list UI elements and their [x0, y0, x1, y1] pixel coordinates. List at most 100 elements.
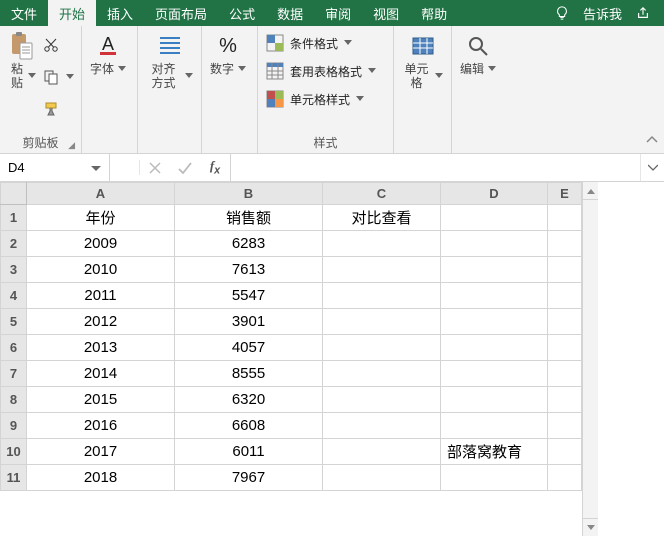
cell[interactable]: [548, 361, 582, 387]
col-header[interactable]: C: [323, 183, 441, 205]
conditional-format-button[interactable]: 条件格式: [266, 32, 385, 54]
row-header[interactable]: 3: [1, 257, 27, 283]
cell[interactable]: [323, 439, 441, 465]
cell[interactable]: 部落窝教育: [441, 439, 548, 465]
tab-pagelayout[interactable]: 页面布局: [144, 0, 218, 26]
cell[interactable]: [548, 387, 582, 413]
grid[interactable]: A B C D E 1年份销售额对比查看22009628332010761342…: [0, 182, 582, 536]
format-as-table-button[interactable]: 套用表格格式: [266, 60, 385, 82]
row-header[interactable]: 8: [1, 387, 27, 413]
scroll-down-icon[interactable]: [583, 518, 598, 536]
cell[interactable]: [441, 309, 548, 335]
cell[interactable]: [441, 465, 548, 491]
font-button[interactable]: A 字体: [90, 30, 126, 151]
cell[interactable]: [323, 335, 441, 361]
tab-view[interactable]: 视图: [362, 0, 410, 26]
cell[interactable]: 年份: [27, 205, 175, 231]
name-box[interactable]: [0, 154, 110, 181]
enter-button[interactable]: [170, 162, 200, 174]
cell[interactable]: 6011: [175, 439, 323, 465]
row-header[interactable]: 9: [1, 413, 27, 439]
formula-input[interactable]: [239, 160, 632, 175]
tab-formulas[interactable]: 公式: [218, 0, 266, 26]
cell[interactable]: 2010: [27, 257, 175, 283]
cell[interactable]: 2009: [27, 231, 175, 257]
number-button[interactable]: % 数字: [210, 30, 246, 151]
cell[interactable]: 4057: [175, 335, 323, 361]
copy-button[interactable]: [42, 66, 74, 88]
tab-help[interactable]: 帮助: [410, 0, 458, 26]
cell[interactable]: 2014: [27, 361, 175, 387]
cell[interactable]: [323, 283, 441, 309]
row-header[interactable]: 2: [1, 231, 27, 257]
cut-button[interactable]: [42, 34, 74, 56]
scroll-up-icon[interactable]: [583, 182, 598, 200]
cell[interactable]: 2015: [27, 387, 175, 413]
cell[interactable]: [548, 465, 582, 491]
cell[interactable]: [548, 257, 582, 283]
cell[interactable]: 3901: [175, 309, 323, 335]
col-header[interactable]: E: [548, 183, 582, 205]
row-header[interactable]: 1: [1, 205, 27, 231]
col-header[interactable]: A: [27, 183, 175, 205]
formula-input-wrapper[interactable]: [231, 154, 640, 181]
cell[interactable]: 6283: [175, 231, 323, 257]
cell[interactable]: 6320: [175, 387, 323, 413]
cell[interactable]: [548, 413, 582, 439]
insert-function-button[interactable]: fx: [200, 158, 230, 177]
cell[interactable]: [441, 205, 548, 231]
cell[interactable]: 2011: [27, 283, 175, 309]
alignment-button[interactable]: 对齐方式: [146, 30, 193, 151]
row-header[interactable]: 5: [1, 309, 27, 335]
cancel-button[interactable]: [140, 162, 170, 174]
cell[interactable]: 销售额: [175, 205, 323, 231]
cell-styles-button[interactable]: 单元格样式: [266, 88, 385, 110]
cell[interactable]: 2013: [27, 335, 175, 361]
cell[interactable]: 对比查看: [323, 205, 441, 231]
row-header[interactable]: 6: [1, 335, 27, 361]
dialog-launcher-icon[interactable]: ◢: [68, 140, 75, 151]
col-header[interactable]: B: [175, 183, 323, 205]
cell[interactable]: [323, 309, 441, 335]
row-header[interactable]: 11: [1, 465, 27, 491]
cell[interactable]: [441, 231, 548, 257]
cell[interactable]: [548, 283, 582, 309]
cell[interactable]: 7967: [175, 465, 323, 491]
col-header[interactable]: D: [441, 183, 548, 205]
editing-button[interactable]: 编辑: [460, 30, 496, 151]
cell[interactable]: [441, 257, 548, 283]
collapse-ribbon-icon[interactable]: [646, 134, 658, 149]
cell[interactable]: [441, 335, 548, 361]
format-painter-button[interactable]: [42, 98, 74, 120]
paste-button[interactable]: 粘贴: [8, 30, 36, 134]
cell[interactable]: [441, 361, 548, 387]
cell[interactable]: 2016: [27, 413, 175, 439]
cell[interactable]: 2018: [27, 465, 175, 491]
vertical-scrollbar[interactable]: [582, 182, 598, 536]
cell[interactable]: [548, 309, 582, 335]
cell[interactable]: 8555: [175, 361, 323, 387]
row-header[interactable]: 10: [1, 439, 27, 465]
cell[interactable]: [323, 231, 441, 257]
cell[interactable]: [323, 257, 441, 283]
expand-formula-bar-button[interactable]: [640, 154, 664, 181]
cell[interactable]: [323, 361, 441, 387]
cell[interactable]: 2017: [27, 439, 175, 465]
cell[interactable]: [441, 283, 548, 309]
cell[interactable]: [548, 205, 582, 231]
cells-button[interactable]: 单元格: [402, 30, 443, 151]
share-icon[interactable]: [636, 6, 650, 20]
tab-review[interactable]: 审阅: [314, 0, 362, 26]
cell[interactable]: [548, 439, 582, 465]
cell[interactable]: [548, 335, 582, 361]
tab-home[interactable]: 开始: [48, 0, 96, 26]
chevron-down-icon[interactable]: [91, 160, 101, 175]
tellme-button[interactable]: 告诉我: [583, 4, 622, 23]
row-header[interactable]: 4: [1, 283, 27, 309]
cell[interactable]: 6608: [175, 413, 323, 439]
tab-data[interactable]: 数据: [266, 0, 314, 26]
select-all-button[interactable]: [1, 183, 27, 205]
cell[interactable]: [548, 231, 582, 257]
cell[interactable]: [323, 413, 441, 439]
tab-insert[interactable]: 插入: [96, 0, 144, 26]
